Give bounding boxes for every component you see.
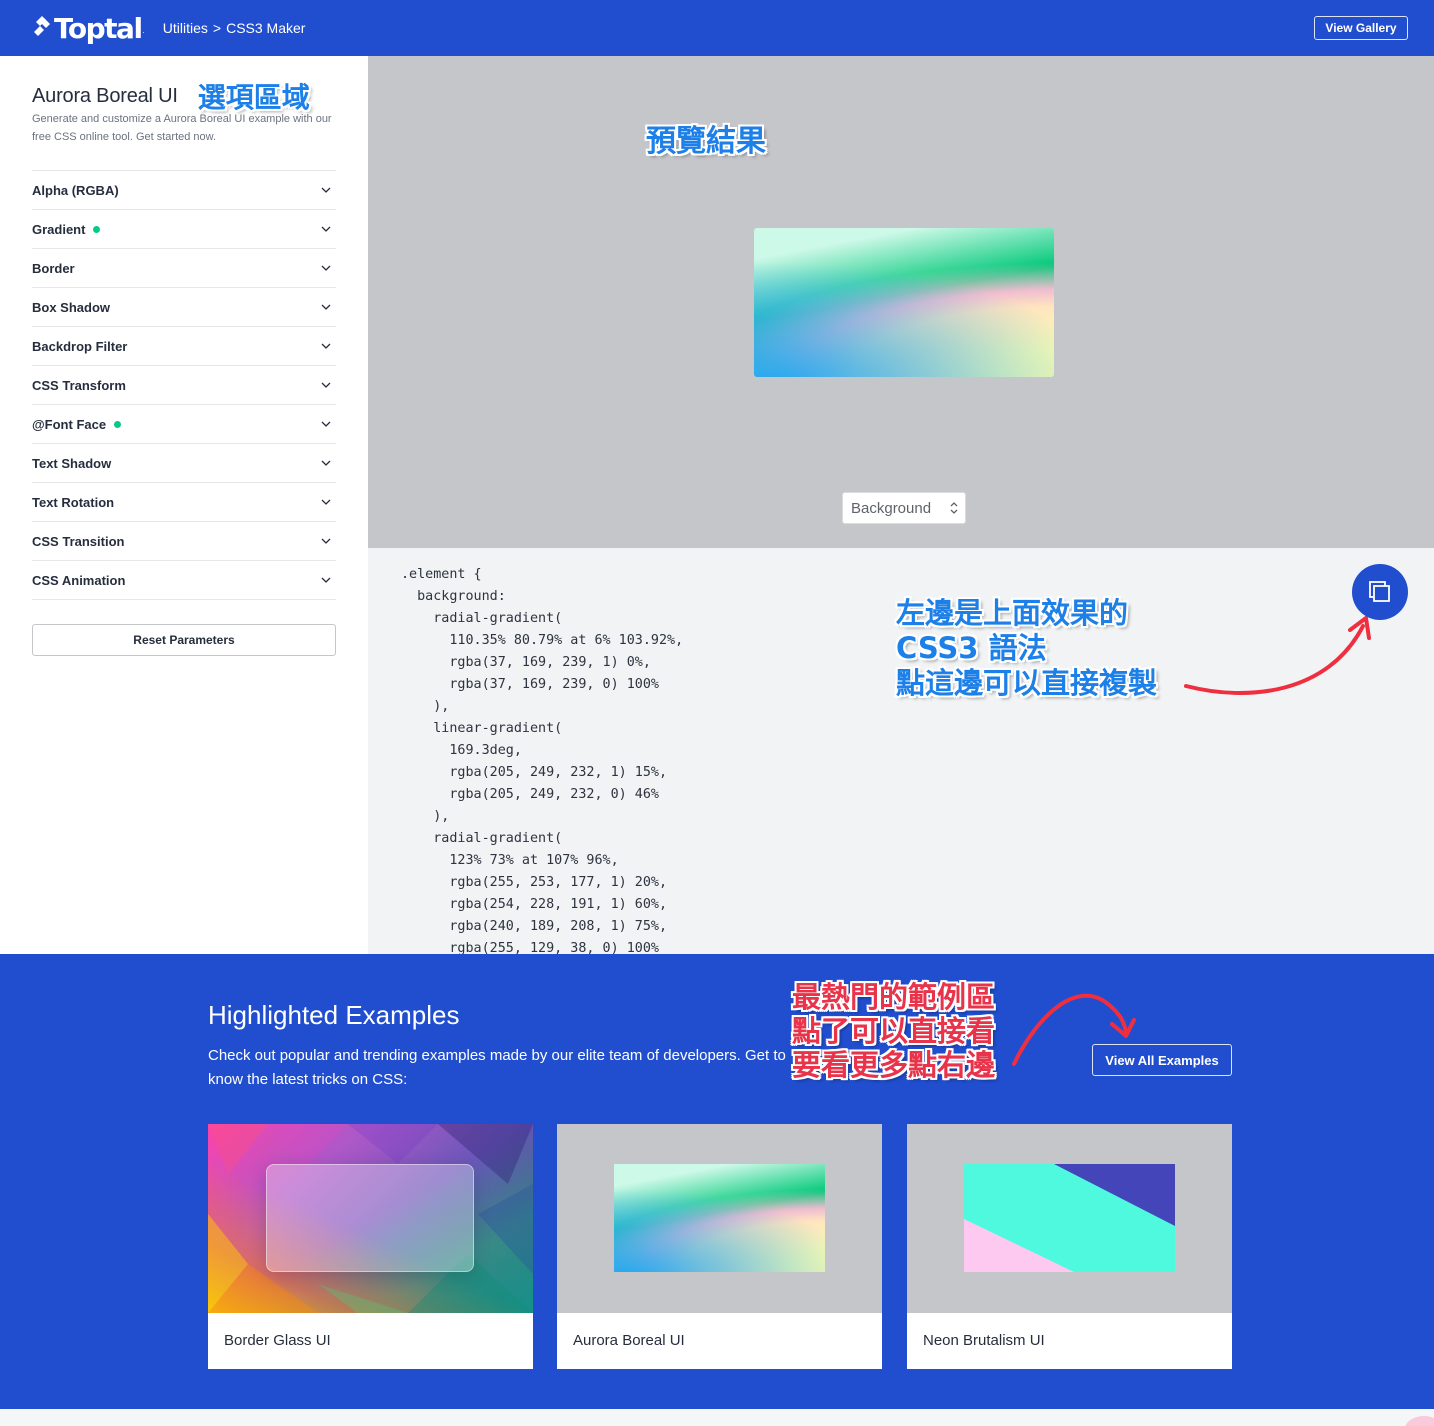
accordion-label: CSS Transition	[32, 533, 125, 549]
accordion-label: Text Rotation	[32, 494, 115, 510]
code-annotation-line: 左邊是上面效果的	[896, 596, 1129, 630]
css-code-block[interactable]: .element { background: radial-gradient( …	[401, 564, 683, 954]
accordion-label: Backdrop Filter	[32, 338, 128, 354]
chevron-down-icon	[321, 538, 331, 544]
chevron-down-icon	[321, 226, 331, 232]
highlighted-examples-section: Highlighted Examples Check out popular a…	[0, 954, 1434, 1409]
preview-area: 預覽結果 Background	[368, 56, 1434, 548]
chevron-down-icon	[321, 499, 331, 505]
card-thumbnail	[208, 1124, 533, 1313]
aurora-preview-element	[754, 228, 1054, 377]
card-title: Border Glass UI	[224, 1332, 331, 1349]
accordion-item-backdrop-filter[interactable]: Backdrop Filter	[32, 327, 336, 366]
example-card-neon-brutalism[interactable]: Neon Brutalism UI	[907, 1124, 1232, 1369]
accordion-label: Box Shadow	[32, 299, 111, 315]
examples-annotation-line: 點了可以直接看	[792, 1014, 996, 1048]
background-select-value: Background	[851, 499, 932, 517]
highlighted-description: Check out popular and trending examples …	[208, 1047, 786, 1088]
preview-annotation: 預覽結果	[646, 124, 766, 159]
example-card-aurora-boreal[interactable]: Aurora Boreal UI	[557, 1124, 882, 1369]
card-title: Neon Brutalism UI	[923, 1332, 1045, 1349]
select-updown-icon	[950, 502, 958, 514]
glass-panel	[266, 1164, 474, 1272]
card-thumbnail	[557, 1124, 882, 1313]
copy-code-button[interactable]	[1352, 564, 1408, 620]
footer-strip	[0, 1409, 1434, 1426]
logo-tm: .	[142, 25, 145, 35]
code-annotation-line: 點這邊可以直接複製	[896, 666, 1158, 700]
breadcrumb-utilities-link[interactable]: Utilities	[163, 20, 208, 36]
chevron-down-icon	[321, 577, 331, 583]
chevron-down-icon	[321, 265, 331, 271]
options-sidebar: Aurora Boreal UI 選項區域 Generate and custo…	[0, 56, 368, 954]
page-title: Aurora Boreal UI	[32, 84, 178, 107]
view-gallery-button[interactable]: View Gallery	[1314, 16, 1408, 40]
chevron-down-icon	[321, 343, 331, 349]
examples-annotation-line: 最熱門的範例區	[792, 980, 996, 1014]
breadcrumb-separator: >	[212, 20, 222, 36]
accordion-item-border[interactable]: Border	[32, 249, 336, 288]
annotation-arrow-icon	[1184, 616, 1371, 695]
accordion-item-font-face[interactable]: @Font Face	[32, 405, 336, 444]
accordion-item-css-transform[interactable]: CSS Transform	[32, 366, 336, 405]
accordion-label: Border	[32, 260, 75, 276]
active-indicator-dot	[93, 225, 101, 233]
background-select[interactable]: Background	[842, 492, 966, 524]
chevron-down-icon	[321, 304, 331, 310]
copy-icon	[1369, 581, 1390, 602]
page-description: Generate and customize a Aurora Boreal U…	[32, 113, 332, 143]
code-annotation: 左邊是上面效果的 CSS3 語法 點這邊可以直接複製	[896, 596, 1157, 701]
active-indicator-dot	[114, 420, 122, 428]
accordion-item-alpha[interactable]: Alpha (RGBA)	[32, 171, 336, 210]
chevron-down-icon	[321, 460, 331, 466]
toptal-logo-icon	[34, 16, 50, 40]
top-nav-bar: Toptal . Utilities > CSS3 Maker View Gal…	[0, 0, 1434, 56]
aurora-thumbnail	[614, 1164, 825, 1272]
accordion-label: CSS Transform	[32, 377, 126, 393]
accordion-item-css-transition[interactable]: CSS Transition	[32, 522, 336, 561]
breadcrumb: Utilities > CSS3 Maker	[163, 20, 306, 36]
toptal-logo[interactable]: Toptal .	[32, 12, 145, 45]
examples-annotation-line: 要看更多點右邊	[792, 1048, 996, 1082]
card-title: Aurora Boreal UI	[573, 1332, 685, 1349]
accordion-item-css-animation[interactable]: CSS Animation	[32, 561, 336, 600]
css-code-panel: .element { background: radial-gradient( …	[368, 548, 1434, 954]
chevron-down-icon	[321, 421, 331, 427]
options-accordion: Alpha (RGBA) Gradient Border Box Shadow …	[32, 170, 336, 600]
reset-parameters-button[interactable]: Reset Parameters	[32, 624, 336, 656]
accordion-item-text-shadow[interactable]: Text Shadow	[32, 444, 336, 483]
chevron-down-icon	[321, 187, 331, 193]
accordion-label: @Font Face	[32, 416, 107, 432]
accordion-item-box-shadow[interactable]: Box Shadow	[32, 288, 336, 327]
neon-shapes	[964, 1164, 1175, 1272]
breadcrumb-current: CSS3 Maker	[226, 20, 306, 36]
accordion-item-text-rotation[interactable]: Text Rotation	[32, 483, 336, 522]
accordion-label: CSS Animation	[32, 572, 126, 588]
accordion-label: Text Shadow	[32, 455, 112, 471]
card-thumbnail	[907, 1124, 1232, 1313]
chevron-down-icon	[321, 382, 331, 388]
accordion-label: Gradient	[32, 221, 86, 237]
accordion-item-gradient[interactable]: Gradient	[32, 210, 336, 249]
logo-wordmark: Toptal	[54, 11, 143, 45]
example-card-border-glass[interactable]: Border Glass UI	[208, 1124, 533, 1369]
examples-annotation: 最熱門的範例區 點了可以直接看 要看更多點右邊	[792, 980, 995, 1082]
view-all-examples-button[interactable]: View All Examples	[1092, 1044, 1232, 1076]
highlighted-title: Highlighted Examples	[208, 1000, 460, 1030]
neon-thumbnail	[964, 1164, 1175, 1272]
accordion-label: Alpha (RGBA)	[32, 182, 119, 198]
code-annotation-line: CSS3 語法	[896, 631, 1047, 665]
